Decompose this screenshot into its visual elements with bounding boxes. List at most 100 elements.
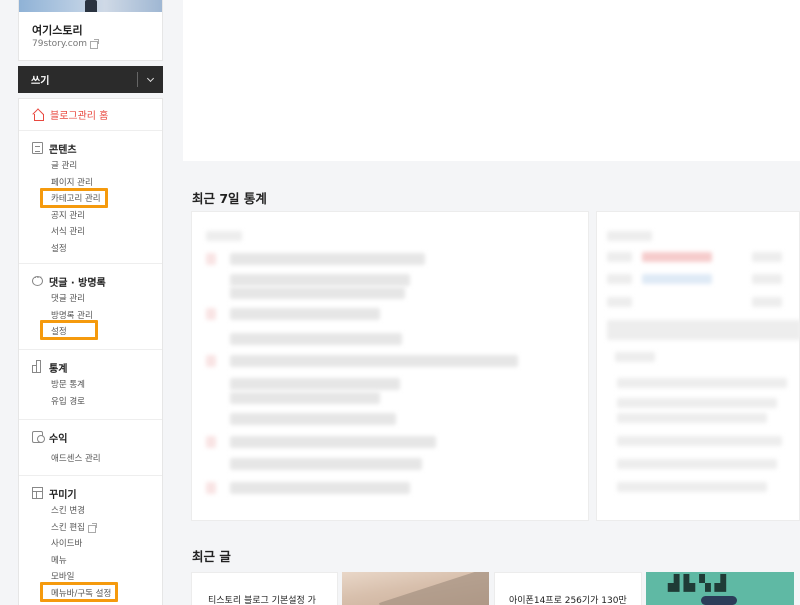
blurred-content <box>206 436 216 448</box>
post-title: 아이폰14프로 256기가 130만 <box>509 596 627 605</box>
sidebar-item-home[interactable]: 블로그관리 홈 <box>19 99 162 131</box>
blurred-content <box>206 308 216 320</box>
sidebar-item-menubar-subscribe[interactable]: 메뉴바/구독 설정 <box>19 586 162 603</box>
section-title: 콘텐츠 <box>49 144 77 156</box>
post-thumbnail[interactable]: ▟▙▚▟ <box>646 572 794 605</box>
write-button-label: 쓰기 <box>31 76 50 87</box>
sidebar-item-skin-change[interactable]: 스킨 변경 <box>19 503 162 520</box>
sidebar-item-template-manage[interactable]: 서식 관리 <box>19 224 162 241</box>
menu-section-revenue-title[interactable]: 수익 <box>19 429 162 445</box>
blurred-content <box>617 482 767 492</box>
stats-card-right <box>596 211 800 521</box>
menu-section-decorate-title[interactable]: 꾸미기 <box>19 485 162 501</box>
menu-section-stats-title[interactable]: 통계 <box>19 359 162 375</box>
thumbnail-graphic: ▟▙▚▟ <box>668 574 731 592</box>
sidebar-item-visit-stats[interactable]: 방문 통계 <box>19 377 162 394</box>
blurred-content <box>617 459 777 469</box>
blurred-content <box>230 436 436 448</box>
section-title: 댓글 · 방명록 <box>49 277 106 289</box>
blog-name[interactable]: 여기스토리 <box>32 22 83 38</box>
recent-post-card[interactable]: 아이폰14프로 256기가 130만 <box>494 572 642 605</box>
section-title: 꾸미기 <box>49 489 77 501</box>
post-title: 티스토리 블로그 기본설정 가 <box>208 596 316 605</box>
menu-section-comments-title[interactable]: 댓글 · 방명록 <box>19 272 162 289</box>
sidebar-item-category-manage[interactable]: 카테고리 관리 <box>19 191 162 208</box>
blurred-content <box>752 297 782 307</box>
stats-card-left <box>191 211 589 521</box>
document-icon <box>32 142 43 154</box>
sidebar-item-post-manage[interactable]: 글 관리 <box>19 158 162 175</box>
blurred-content <box>230 333 402 345</box>
recent-post-card[interactable]: 티스토리 블로그 기본설정 가 <box>191 572 338 605</box>
blurred-content <box>617 398 777 408</box>
menu-section-stats: 통계 방문 통계 유입 경로 <box>19 350 162 420</box>
blurred-content <box>642 274 712 284</box>
sidebar-item-sidebar[interactable]: 사이드바 <box>19 536 162 553</box>
admin-menu: 블로그관리 홈 콘텐츠 글 관리 페이지 관리 카테고리 관리 공지 관리 서식… <box>18 98 163 605</box>
chevron-down-icon <box>146 74 155 82</box>
blurred-content <box>230 274 410 286</box>
blurred-content <box>206 253 216 265</box>
blurred-content <box>230 378 400 390</box>
external-link-icon <box>87 522 97 533</box>
blurred-content <box>607 274 632 284</box>
write-dropdown-toggle[interactable] <box>138 66 163 93</box>
recent-posts-heading: 최근 글 <box>192 549 231 564</box>
sidebar-item-comment-manage[interactable]: 댓글 관리 <box>19 291 162 308</box>
sidebar-item-page-manage[interactable]: 페이지 관리 <box>19 175 162 192</box>
sidebar-item-content-settings[interactable]: 설정 <box>19 241 162 258</box>
blurred-content <box>230 482 410 494</box>
blurred-content <box>642 252 712 262</box>
menu-section-contents: 콘텐츠 글 관리 페이지 관리 카테고리 관리 공지 관리 서식 관리 설정 <box>19 131 162 264</box>
speech-bubble-icon <box>32 272 43 286</box>
blog-url-text: 79story.com <box>32 39 88 49</box>
blurred-content <box>607 320 800 340</box>
blurred-content <box>617 378 787 388</box>
sidebar-item-mobile[interactable]: 모바일 <box>19 569 162 586</box>
blurred-content <box>230 308 380 320</box>
blurred-content <box>206 482 216 494</box>
sidebar-item-skin-edit[interactable]: 스킨 편집 <box>19 520 162 537</box>
blog-url-link[interactable]: 79story.com <box>32 39 100 49</box>
dashboard-top-panel <box>183 0 800 161</box>
blurred-content <box>230 392 380 404</box>
blog-thumbnail <box>19 0 162 12</box>
sidebar-item-guestbook-manage[interactable]: 방명록 관리 <box>19 308 162 325</box>
sidebar: 여기스토리 79story.com 쓰기 블로그관리 홈 콘텐츠 글 관리 페이… <box>18 0 163 605</box>
blurred-content <box>230 355 518 367</box>
menu-section-contents-title[interactable]: 콘텐츠 <box>19 140 162 156</box>
blurred-content <box>607 231 652 241</box>
blurred-content <box>617 436 782 446</box>
blurred-content <box>617 413 767 423</box>
blurred-content <box>206 231 242 241</box>
bar-chart-icon <box>32 360 43 373</box>
blurred-content <box>752 274 782 284</box>
layout-icon <box>32 487 43 499</box>
blurred-content <box>230 287 405 299</box>
section-title: 통계 <box>49 363 68 375</box>
blurred-content <box>752 252 782 262</box>
menu-section-decorate: 꾸미기 스킨 변경 스킨 편집 사이드바 메뉴 모바일 메뉴바/구독 설정 <box>19 476 162 605</box>
sidebar-item-comment-settings[interactable]: 설정 <box>19 324 162 341</box>
write-button[interactable]: 쓰기 <box>18 66 163 93</box>
sidebar-item-referrer[interactable]: 유입 경로 <box>19 394 162 411</box>
sidebar-item-adsense-manage[interactable]: 애드센스 관리 <box>19 451 162 468</box>
home-icon <box>32 109 44 121</box>
menu-section-revenue: 수익 애드센스 관리 <box>19 420 162 476</box>
blurred-content <box>230 253 425 265</box>
blurred-content <box>607 297 632 307</box>
stats-heading: 최근 7일 통계 <box>192 191 267 206</box>
coin-icon <box>32 431 45 443</box>
post-thumbnail[interactable] <box>342 572 489 605</box>
blurred-content <box>230 413 396 425</box>
blog-profile-card[interactable]: 여기스토리 79story.com <box>18 0 163 61</box>
external-link-icon <box>90 39 100 49</box>
section-title: 수익 <box>49 433 68 445</box>
sidebar-item-notice-manage[interactable]: 공지 관리 <box>19 208 162 225</box>
sidebar-item-home-label: 블로그관리 홈 <box>50 111 109 122</box>
menu-section-comments: 댓글 · 방명록 댓글 관리 방명록 관리 설정 <box>19 264 162 350</box>
sidebar-item-skin-edit-label: 스킨 편집 <box>51 522 85 533</box>
blurred-content <box>615 352 655 362</box>
blurred-content <box>206 355 216 367</box>
sidebar-item-menu[interactable]: 메뉴 <box>19 553 162 570</box>
